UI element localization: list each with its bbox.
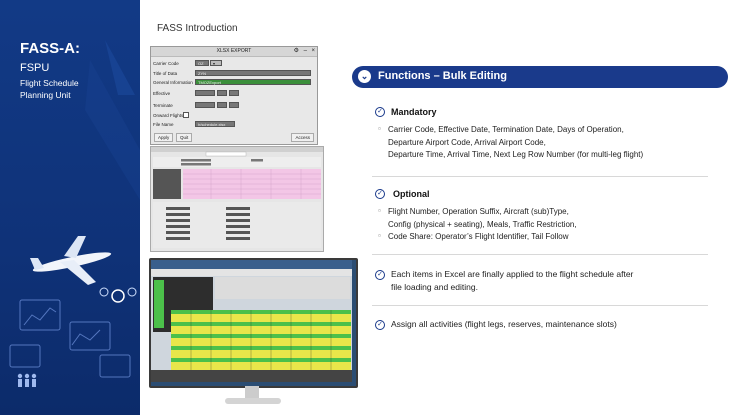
schedule-editor-screenshot <box>150 146 324 252</box>
list-item: Config (physical + seating), Meals, Traf… <box>388 219 577 229</box>
schedule-editor-image <box>151 147 323 248</box>
title-of-data-label: Title of Data <box>153 71 178 76</box>
check-circle-icon: ✓ <box>375 320 385 330</box>
spreadsheet-image <box>151 260 352 382</box>
onward-flights-label: Onward Flights <box>153 113 184 118</box>
check-circle-icon: ✓ <box>375 107 385 117</box>
divider <box>372 254 708 255</box>
excel-note: Each items in Excel are finally applied … <box>391 269 634 292</box>
access-button[interactable]: Access <box>291 133 314 142</box>
drone-icon <box>99 287 137 303</box>
list-item: Departure Time, Arrival Time, Next Leg R… <box>388 150 644 159</box>
quit-button[interactable]: Quit <box>176 133 193 142</box>
terminate-label: Terminate <box>153 103 173 108</box>
gear-icon[interactable]: ⚙ <box>294 47 299 56</box>
sidebar-subtitle: FSPU <box>20 62 50 74</box>
file-name-label: File Name <box>153 122 174 127</box>
title-of-data-field[interactable]: ZYN <box>195 70 311 76</box>
check-circle-icon: ✓ <box>375 189 385 199</box>
terminate-date-field[interactable] <box>195 102 215 108</box>
minimize-icon[interactable]: – <box>304 47 307 56</box>
dialog-titlebar: XLSX EXPORT ⚙ – × <box>151 47 317 57</box>
optional-list: Flight Number, Operation Suffix, Aircraf… <box>378 205 577 244</box>
mandatory-heading: Mandatory <box>391 107 437 117</box>
dialog-title: XLSX EXPORT <box>216 48 252 54</box>
effective-label: Effective <box>153 91 171 96</box>
airplane-icon <box>30 236 112 285</box>
terminate-month-field[interactable] <box>217 102 227 108</box>
mandatory-list: Carrier Code, Effective Date, Terminatio… <box>378 123 644 162</box>
monitor-stand <box>245 386 259 398</box>
check-circle-icon: ✓ <box>375 270 385 280</box>
chevron-down-icon[interactable]: ▾ <box>210 60 222 66</box>
sidebar-description: Flight Schedule Planning Unit <box>20 78 79 100</box>
list-item: Code Share: Operator’s Flight Identifier… <box>378 230 577 244</box>
effective-date-field[interactable] <box>195 90 215 96</box>
list-item: Flight Number, Operation Suffix, Aircraf… <box>378 205 577 219</box>
carrier-code-field[interactable]: OZ <box>195 60 209 66</box>
sidebar: FASS-A: FSPU Flight Schedule Planning Un… <box>0 0 140 415</box>
general-info-label: General Information <box>153 80 193 85</box>
terminate-year-field[interactable] <box>229 102 239 108</box>
effective-month-field[interactable] <box>217 90 227 96</box>
team-icon <box>17 373 37 387</box>
divider <box>372 305 708 306</box>
sidebar-title: FASS-A: <box>20 40 80 57</box>
general-info-field[interactable]: TMOZExport <box>195 79 311 85</box>
monitor-base <box>225 398 281 404</box>
banner-title: Functions – Bulk Editing <box>378 70 507 82</box>
effective-year-field[interactable] <box>229 90 239 96</box>
carrier-code-label: Carrier Code <box>153 61 179 66</box>
apply-button[interactable]: Apply <box>154 133 174 142</box>
chevron-down-icon: ⌄ <box>358 70 371 83</box>
spreadsheet-monitor-screenshot <box>149 258 358 388</box>
file-name-field[interactable]: h/schedule.xlsx <box>195 121 235 127</box>
functions-banner: ⌄ Functions – Bulk Editing <box>352 66 728 88</box>
page-title: FASS Introduction <box>157 23 238 34</box>
divider <box>372 176 708 177</box>
optional-heading: Optional <box>393 189 430 199</box>
assign-note: Assign all activities (flight legs, rese… <box>391 319 617 329</box>
close-icon[interactable]: × <box>311 47 315 56</box>
list-item: Departure Airport Code, Arrival Airport … <box>388 137 546 147</box>
onward-flights-checkbox[interactable] <box>183 112 189 118</box>
xlsx-export-dialog: XLSX EXPORT ⚙ – × Carrier Code OZ ▾ Titl… <box>150 46 318 145</box>
list-item: Carrier Code, Effective Date, Terminatio… <box>378 123 643 137</box>
